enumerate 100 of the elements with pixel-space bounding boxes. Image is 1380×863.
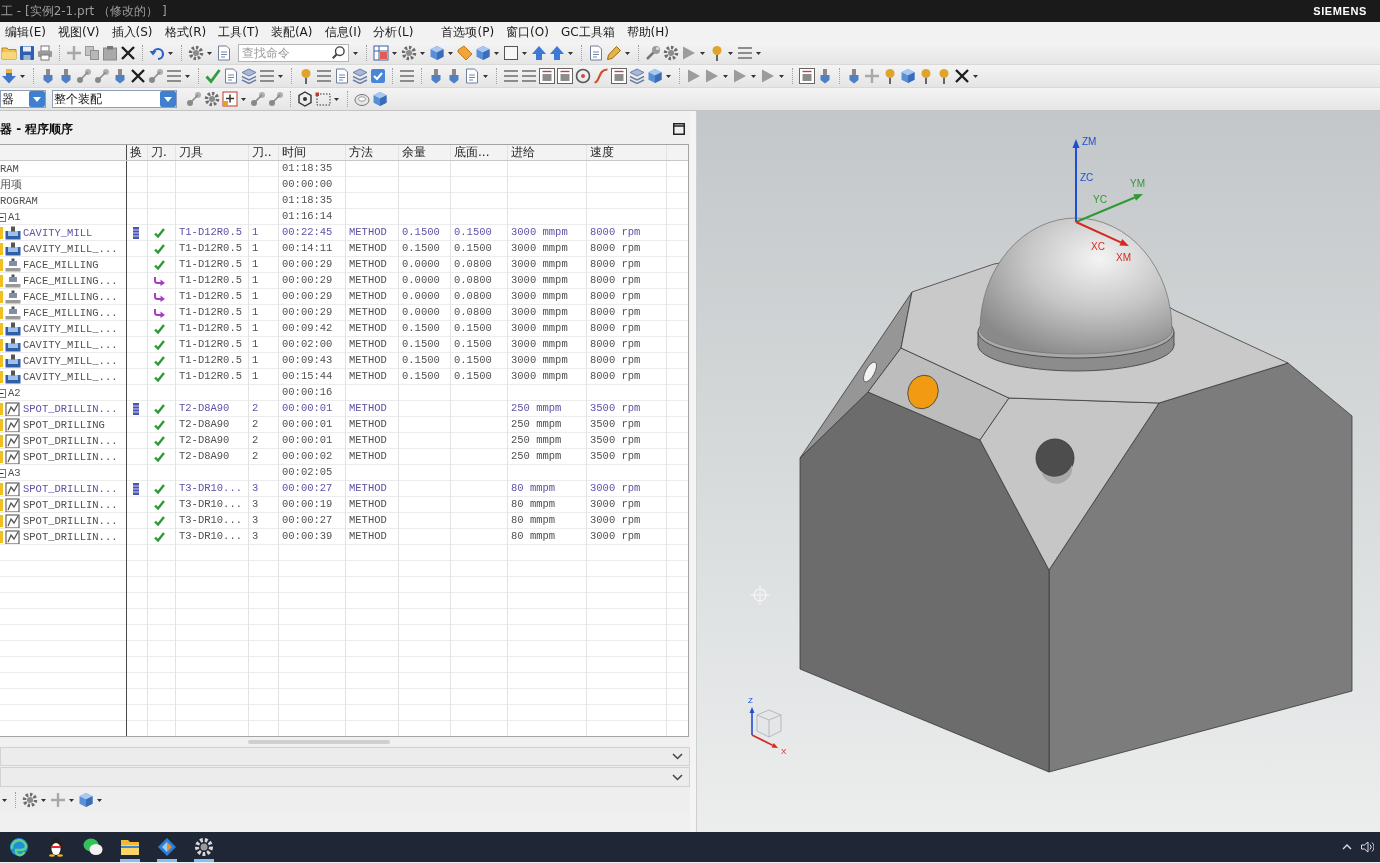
- view-triad-icon[interactable]: [749, 707, 782, 748]
- operation-name[interactable]: CAVITY_MILL: [23, 225, 93, 241]
- caret-icon[interactable]: [751, 74, 756, 78]
- operation-name[interactable]: CAVITY_MILL_...: [23, 369, 118, 385]
- menu-item[interactable]: 信息(I): [324, 23, 362, 41]
- maximize-icon[interactable]: [673, 123, 685, 135]
- menu-item[interactable]: 帮助(H): [626, 23, 669, 41]
- cross-mark-icon[interactable]: [954, 68, 970, 84]
- caret-icon[interactable]: [20, 74, 25, 78]
- column-header[interactable]: 刀具: [176, 145, 249, 161]
- menu-item[interactable]: GC工具箱: [560, 23, 615, 41]
- operation-name[interactable]: FACE_MILLING...: [23, 305, 118, 321]
- operation-name[interactable]: FACE_MILLING...: [23, 289, 118, 305]
- save-icon[interactable]: [19, 45, 35, 61]
- triangle-icon[interactable]: [686, 68, 702, 84]
- caret-icon[interactable]: [494, 51, 499, 55]
- checkbox-icon[interactable]: [370, 68, 386, 84]
- menu-item[interactable]: 工具(T): [218, 23, 259, 41]
- node-icon[interactable]: [94, 68, 110, 84]
- menu-item[interactable]: 分析(L): [373, 23, 414, 41]
- caret-icon[interactable]: [2, 798, 7, 802]
- operation-name[interactable]: SPOT_DRILLIN...: [23, 513, 118, 529]
- caret-icon[interactable]: [666, 74, 671, 78]
- square-icon[interactable]: [503, 45, 519, 61]
- chevron-down-icon[interactable]: [672, 753, 683, 760]
- operation-name[interactable]: SPOT_DRILLIN...: [23, 529, 118, 545]
- layers-icon[interactable]: [629, 68, 645, 84]
- menu-item[interactable]: 格式(R): [164, 23, 207, 41]
- gear-icon[interactable]: [401, 45, 417, 61]
- menu-item[interactable]: 窗口(O): [506, 23, 549, 41]
- machined-part-drawing[interactable]: [799, 217, 1353, 773]
- collapse-toggle-icon[interactable]: [0, 212, 6, 222]
- node-icon[interactable]: [148, 68, 164, 84]
- dotted-rectangle-icon[interactable]: [315, 91, 331, 107]
- pencil-icon[interactable]: [606, 45, 622, 61]
- document-icon[interactable]: [216, 45, 232, 61]
- node-icon[interactable]: [76, 68, 92, 84]
- caret-icon[interactable]: [69, 798, 74, 802]
- caret-icon[interactable]: [700, 51, 705, 55]
- scrollbar-thumb[interactable]: [248, 740, 390, 744]
- gear-icon[interactable]: [204, 91, 220, 107]
- cube-icon[interactable]: [429, 45, 445, 61]
- caret-icon[interactable]: [353, 51, 358, 55]
- group-name[interactable]: A1: [8, 209, 21, 225]
- app-logo-icon[interactable]: [156, 837, 177, 857]
- column-header[interactable]: 刀..: [249, 145, 279, 161]
- operation-name[interactable]: FACE_MILLING...: [23, 273, 118, 289]
- search-field[interactable]: 查找命令: [238, 44, 349, 62]
- bars-icon[interactable]: [316, 68, 332, 84]
- caret-icon[interactable]: [728, 51, 733, 55]
- folder-icon[interactable]: [119, 837, 140, 857]
- chat-bubbles-icon[interactable]: [82, 837, 103, 857]
- menu-item[interactable]: 视图(V): [57, 23, 100, 41]
- search-icon[interactable]: [332, 46, 345, 59]
- document-icon[interactable]: [588, 45, 604, 61]
- gear-icon[interactable]: [663, 45, 679, 61]
- bars-icon[interactable]: [399, 68, 415, 84]
- bars-icon[interactable]: [521, 68, 537, 84]
- collapse-toggle-icon[interactable]: [0, 388, 6, 398]
- menu-item[interactable]: 编辑(E): [5, 23, 46, 41]
- arrow-icon[interactable]: [549, 45, 565, 61]
- document-icon[interactable]: [223, 68, 239, 84]
- caret-icon[interactable]: [97, 798, 102, 802]
- program-name[interactable]: 用项: [0, 177, 22, 193]
- caret-icon[interactable]: [334, 97, 339, 101]
- caret-icon[interactable]: [973, 74, 978, 78]
- graphics-view[interactable]: ZM ZC YC YM XC XM Z X: [697, 111, 1380, 832]
- check-icon[interactable]: [205, 68, 221, 84]
- caret-icon[interactable]: [420, 51, 425, 55]
- caret-icon[interactable]: [723, 74, 728, 78]
- operation-name[interactable]: CAVITY_MILL_...: [23, 321, 118, 337]
- framed-square-icon[interactable]: [557, 68, 573, 84]
- caret-icon[interactable]: [779, 74, 784, 78]
- undo-icon[interactable]: [149, 45, 165, 61]
- dropdown[interactable]: 器: [0, 90, 46, 108]
- column-header[interactable]: 速度: [587, 145, 667, 161]
- operation-name[interactable]: FACE_MILLING: [23, 257, 99, 273]
- speaker-icon[interactable]: [1361, 841, 1374, 853]
- clipboard-icon[interactable]: [102, 45, 118, 61]
- column-header[interactable]: 时间: [279, 145, 346, 161]
- document-icon[interactable]: [464, 68, 480, 84]
- caret-icon[interactable]: [568, 51, 573, 55]
- caret-icon[interactable]: [41, 798, 46, 802]
- cross-mark-icon[interactable]: [130, 68, 146, 84]
- bars-icon[interactable]: [503, 68, 519, 84]
- framed-square-icon[interactable]: [611, 68, 627, 84]
- caret-icon[interactable]: [241, 97, 246, 101]
- gear-icon[interactable]: [188, 45, 204, 61]
- node-icon[interactable]: [250, 91, 266, 107]
- program-name[interactable]: RAM: [0, 161, 19, 177]
- operation-name[interactable]: SPOT_DRILLIN...: [23, 433, 118, 449]
- collapse-toggle-icon[interactable]: [0, 468, 6, 478]
- grid-icon[interactable]: [373, 45, 389, 61]
- caret-icon[interactable]: [625, 51, 630, 55]
- operation-name[interactable]: CAVITY_MILL_...: [23, 241, 118, 257]
- column-header[interactable]: 进给: [508, 145, 587, 161]
- add-frame-icon[interactable]: [222, 91, 238, 107]
- operation-name[interactable]: CAVITY_MILL_...: [23, 337, 118, 353]
- curve-icon[interactable]: [593, 68, 609, 84]
- group-name[interactable]: A3: [8, 465, 21, 481]
